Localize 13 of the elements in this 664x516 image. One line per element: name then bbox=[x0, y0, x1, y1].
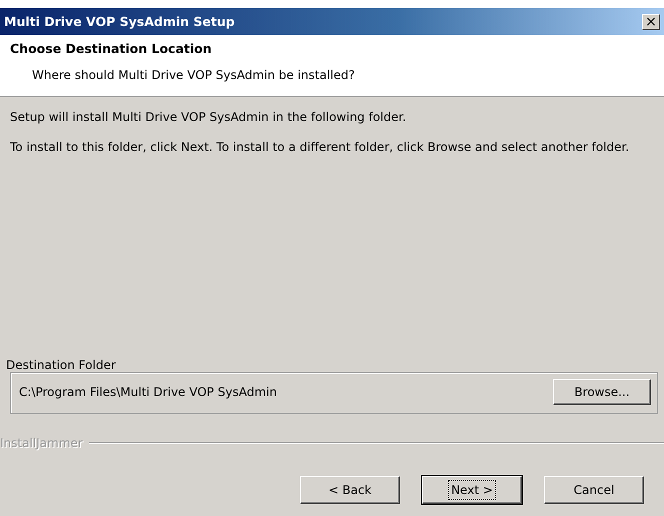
window-title: Multi Drive VOP SysAdmin Setup bbox=[4, 14, 235, 29]
group-label: Destination Folder bbox=[5, 358, 117, 372]
close-button[interactable]: × bbox=[642, 14, 660, 30]
page-subtitle: Where should Multi Drive VOP SysAdmin be installed? bbox=[32, 68, 356, 82]
instruction-text: Setup will install Multi Drive VOP SysAdmin in the following folder. bbox=[10, 109, 408, 125]
folder-path: C:\Program Files\Multi Drive VOP SysAdmin bbox=[19, 385, 277, 399]
page-title: Choose Destination Location bbox=[10, 41, 213, 56]
wizard-button[interactable]: Cancel bbox=[544, 476, 644, 504]
wizard-button[interactable]: < Back bbox=[300, 476, 400, 504]
brand-label: InstallJammer bbox=[0, 436, 83, 450]
wizard-button[interactable]: Next > bbox=[422, 476, 522, 504]
instruction-text: To install to this folder, click Next. To install to a different folder, click Browse and select another folder. bbox=[10, 139, 630, 155]
browse-button[interactable]: Browse... bbox=[553, 379, 651, 405]
